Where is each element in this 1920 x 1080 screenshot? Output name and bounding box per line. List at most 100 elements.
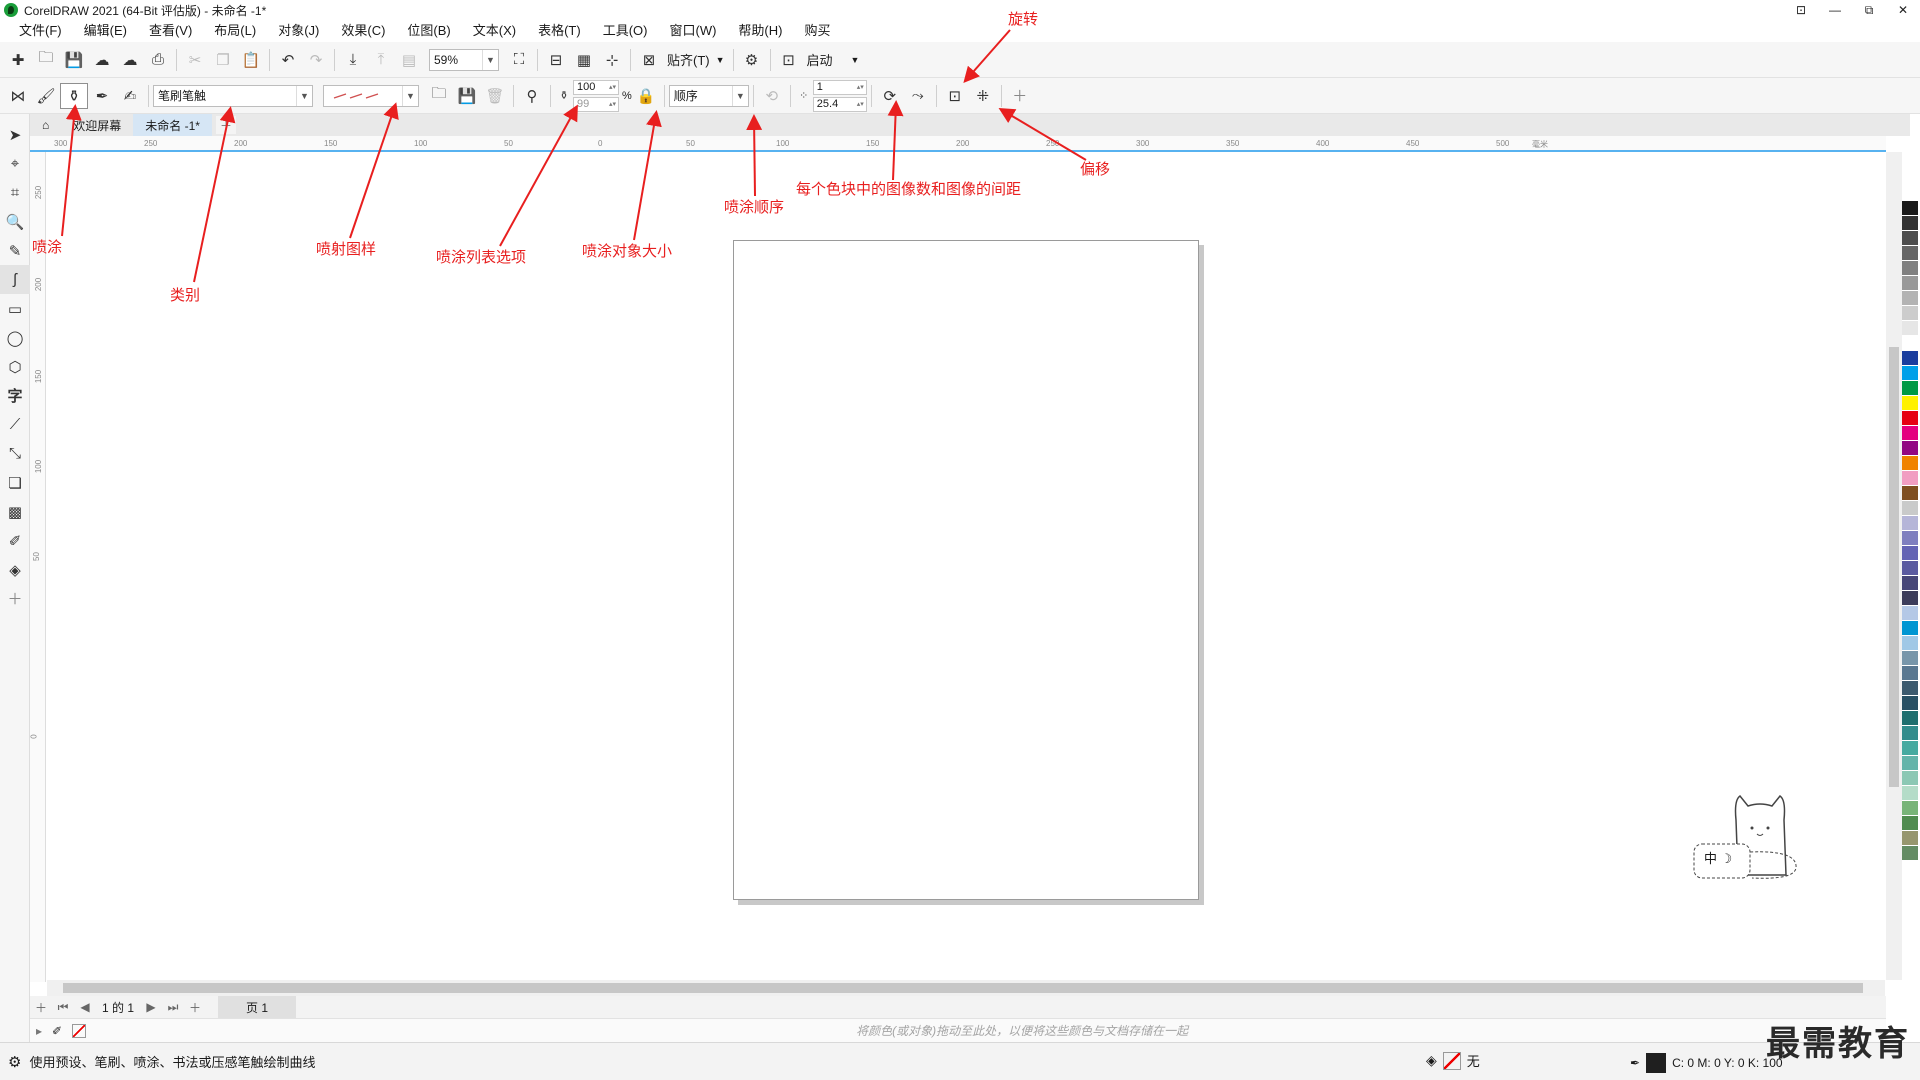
dab-spacing-field[interactable]: 25.4 bbox=[812, 96, 867, 112]
color-swatch[interactable] bbox=[1902, 306, 1918, 321]
menu-file[interactable]: 文件(F) bbox=[8, 20, 73, 42]
horizontal-scroll-thumb[interactable] bbox=[63, 983, 1863, 993]
color-swatch[interactable] bbox=[1902, 291, 1918, 306]
save-artistic-media-icon[interactable]: 💾 bbox=[453, 83, 481, 109]
launch-dropdown[interactable]: 启动 ▼ bbox=[803, 48, 864, 72]
color-swatch[interactable] bbox=[1902, 561, 1918, 576]
ellipse-tool-icon[interactable]: ◯ bbox=[0, 323, 30, 352]
paste-icon[interactable]: 📋 bbox=[237, 47, 265, 73]
color-swatch[interactable] bbox=[1902, 756, 1918, 771]
show-grid-icon[interactable]: ▦ bbox=[570, 47, 598, 73]
color-swatch[interactable] bbox=[1902, 486, 1918, 501]
add-customize-icon[interactable]: ＋ bbox=[1006, 83, 1034, 109]
previous-page-icon[interactable]: ◀ bbox=[74, 1000, 96, 1014]
vertical-scrollbar[interactable] bbox=[1886, 152, 1902, 980]
menu-view[interactable]: 查看(V) bbox=[138, 20, 203, 42]
color-swatch[interactable] bbox=[1902, 621, 1918, 636]
spray-size-top-field[interactable]: 100 bbox=[573, 79, 619, 95]
close-button[interactable]: ✕ bbox=[1886, 0, 1920, 20]
reset-spray-icon[interactable]: ⊡ bbox=[941, 83, 969, 109]
add-tool-icon[interactable]: ＋ bbox=[0, 584, 30, 613]
color-swatch[interactable] bbox=[1902, 681, 1918, 696]
color-swatch[interactable] bbox=[1902, 741, 1918, 756]
zoom-level-combo[interactable]: 59% ▼ bbox=[429, 48, 499, 71]
color-swatch[interactable] bbox=[1902, 786, 1918, 801]
full-screen-icon[interactable]: ⛶ bbox=[505, 47, 533, 73]
color-swatch[interactable] bbox=[1902, 546, 1918, 561]
spray-size-bottom-field[interactable]: 99 bbox=[573, 96, 619, 112]
color-swatch[interactable] bbox=[1902, 216, 1918, 231]
crop-tool-icon[interactable]: ⌗ bbox=[0, 178, 30, 207]
parallel-dimension-tool-icon[interactable]: ⟋ bbox=[0, 410, 30, 439]
artistic-media-tool-icon[interactable]: ʃ bbox=[0, 265, 30, 294]
break-apart-icon[interactable]: ⁜ bbox=[969, 83, 997, 109]
gear-icon[interactable]: ⚙ bbox=[8, 1053, 21, 1071]
preset-icon[interactable]: ⋈ bbox=[4, 83, 32, 109]
category-combo[interactable]: 笔刷笔触 ▼ bbox=[153, 84, 313, 107]
add-tab-icon[interactable]: ＋ bbox=[215, 116, 236, 134]
menu-object[interactable]: 对象(J) bbox=[267, 20, 330, 42]
undo-icon[interactable]: ↶ bbox=[274, 47, 302, 73]
menu-help[interactable]: 帮助(H) bbox=[727, 20, 793, 42]
redo-icon[interactable]: ↷ bbox=[302, 47, 330, 73]
tab-document[interactable]: 未命名 -1* bbox=[133, 114, 212, 136]
pressure-icon[interactable]: ✍ bbox=[116, 83, 144, 109]
sprayer-icon[interactable]: ⚱ bbox=[60, 82, 88, 109]
chevron-down-icon[interactable]: ▼ bbox=[482, 49, 498, 70]
horizontal-scrollbar[interactable] bbox=[47, 980, 1885, 996]
color-swatch[interactable] bbox=[1902, 336, 1918, 351]
color-swatch[interactable] bbox=[1902, 711, 1918, 726]
first-page-icon[interactable]: ⏮ bbox=[52, 1000, 74, 1015]
color-swatch[interactable] bbox=[1902, 591, 1918, 606]
export-icon[interactable]: ⤒ bbox=[367, 47, 395, 73]
menu-effects[interactable]: 效果(C) bbox=[330, 20, 396, 42]
document-page[interactable] bbox=[733, 240, 1199, 900]
color-swatch[interactable] bbox=[1902, 576, 1918, 591]
show-rulers-icon[interactable]: ⊟ bbox=[542, 47, 570, 73]
spray-list-options-icon[interactable]: ⚲ bbox=[518, 83, 546, 109]
color-swatch[interactable] bbox=[1902, 276, 1918, 291]
add-page-before-icon[interactable]: ＋ bbox=[30, 999, 52, 1016]
tab-welcome-screen[interactable]: 欢迎屏幕 bbox=[61, 114, 133, 136]
menu-table[interactable]: 表格(T) bbox=[527, 20, 592, 42]
brush-icon[interactable]: 🖌 bbox=[32, 83, 60, 109]
color-swatch[interactable] bbox=[1902, 246, 1918, 261]
copy-icon[interactable]: ❐ bbox=[209, 47, 237, 73]
color-swatch[interactable] bbox=[1902, 186, 1918, 201]
menu-tools[interactable]: 工具(O) bbox=[592, 20, 659, 42]
print-icon[interactable]: ⎙ bbox=[144, 47, 172, 73]
color-swatch[interactable] bbox=[1902, 726, 1918, 741]
menu-window[interactable]: 窗口(W) bbox=[658, 20, 727, 42]
chevron-down-icon[interactable]: ▼ bbox=[402, 85, 418, 106]
color-swatch[interactable] bbox=[1902, 501, 1918, 516]
menu-buy[interactable]: 购买 bbox=[793, 20, 841, 42]
horizontal-ruler[interactable]: 300 250 200 150 100 50 0 50 100 150 200 … bbox=[30, 136, 1886, 152]
open-folder-icon[interactable]: 🗀 bbox=[32, 47, 60, 73]
snap-to-dropdown[interactable]: 贴齐(T) ▼ bbox=[663, 48, 729, 72]
offset-icon[interactable]: ⤳ bbox=[904, 83, 932, 109]
shape-tool-icon[interactable]: ⌖ bbox=[0, 149, 30, 178]
chevron-down-icon[interactable]: ▼ bbox=[296, 85, 312, 106]
spray-order-combo[interactable]: 顺序 ▼ bbox=[668, 84, 749, 107]
add-page-after-icon[interactable]: ＋ bbox=[184, 999, 206, 1016]
drop-shadow-tool-icon[interactable]: ❏ bbox=[0, 468, 30, 497]
account-icon[interactable]: ⊡ bbox=[1784, 0, 1818, 20]
vertical-scroll-thumb[interactable] bbox=[1889, 347, 1899, 787]
color-swatch[interactable] bbox=[1902, 696, 1918, 711]
zoom-tool-icon[interactable]: 🔍 bbox=[0, 207, 30, 236]
show-guidelines-icon[interactable]: ⊹ bbox=[598, 47, 626, 73]
cloud-download-icon[interactable]: ☁ bbox=[88, 47, 116, 73]
minimize-button[interactable]: — bbox=[1818, 0, 1852, 20]
text-tool-icon[interactable]: 字 bbox=[0, 381, 30, 410]
options-gear-icon[interactable]: ⚙ bbox=[738, 47, 766, 73]
application-launcher-icon[interactable]: ⊡ bbox=[775, 47, 803, 73]
browse-folder-icon[interactable]: 🗀 bbox=[425, 83, 453, 109]
publish-pdf-icon[interactable]: ▤ bbox=[395, 47, 423, 73]
delete-icon[interactable]: 🗑 bbox=[481, 83, 509, 109]
color-swatch[interactable] bbox=[1902, 531, 1918, 546]
no-color-swatch-icon[interactable] bbox=[72, 1023, 87, 1038]
color-swatch[interactable] bbox=[1902, 441, 1918, 456]
fill-indicator[interactable]: ◈ 无 bbox=[1426, 1051, 1480, 1070]
color-swatch[interactable] bbox=[1902, 381, 1918, 396]
color-swatch[interactable] bbox=[1902, 636, 1918, 651]
